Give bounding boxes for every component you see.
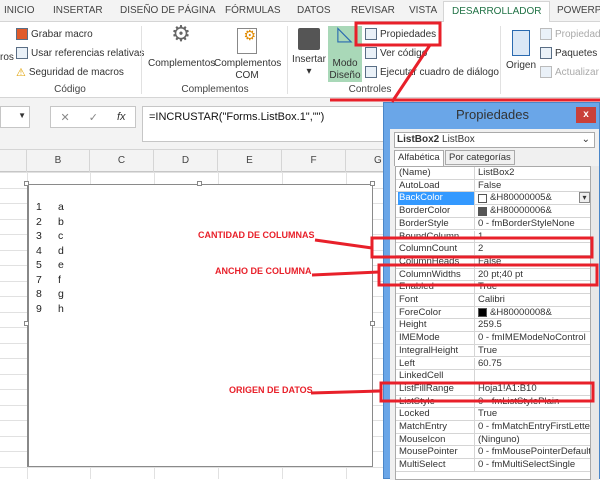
annotation-arrow [390,44,432,103]
annotation-line [310,389,382,395]
highlight-propiedades-button [354,21,442,47]
annotation-column-width: ANCHO DE COLUMNA [215,266,312,276]
annotation-line [311,270,380,277]
annotation-column-count: CANTIDAD DE COLUMNAS [198,230,315,240]
highlight-listfillrange [379,381,595,403]
annotation-data-source: ORIGEN DE DATOS [229,385,313,395]
annotation-line [314,238,373,250]
highlight-columncount [370,236,594,259]
highlight-columnwidths [377,263,599,287]
